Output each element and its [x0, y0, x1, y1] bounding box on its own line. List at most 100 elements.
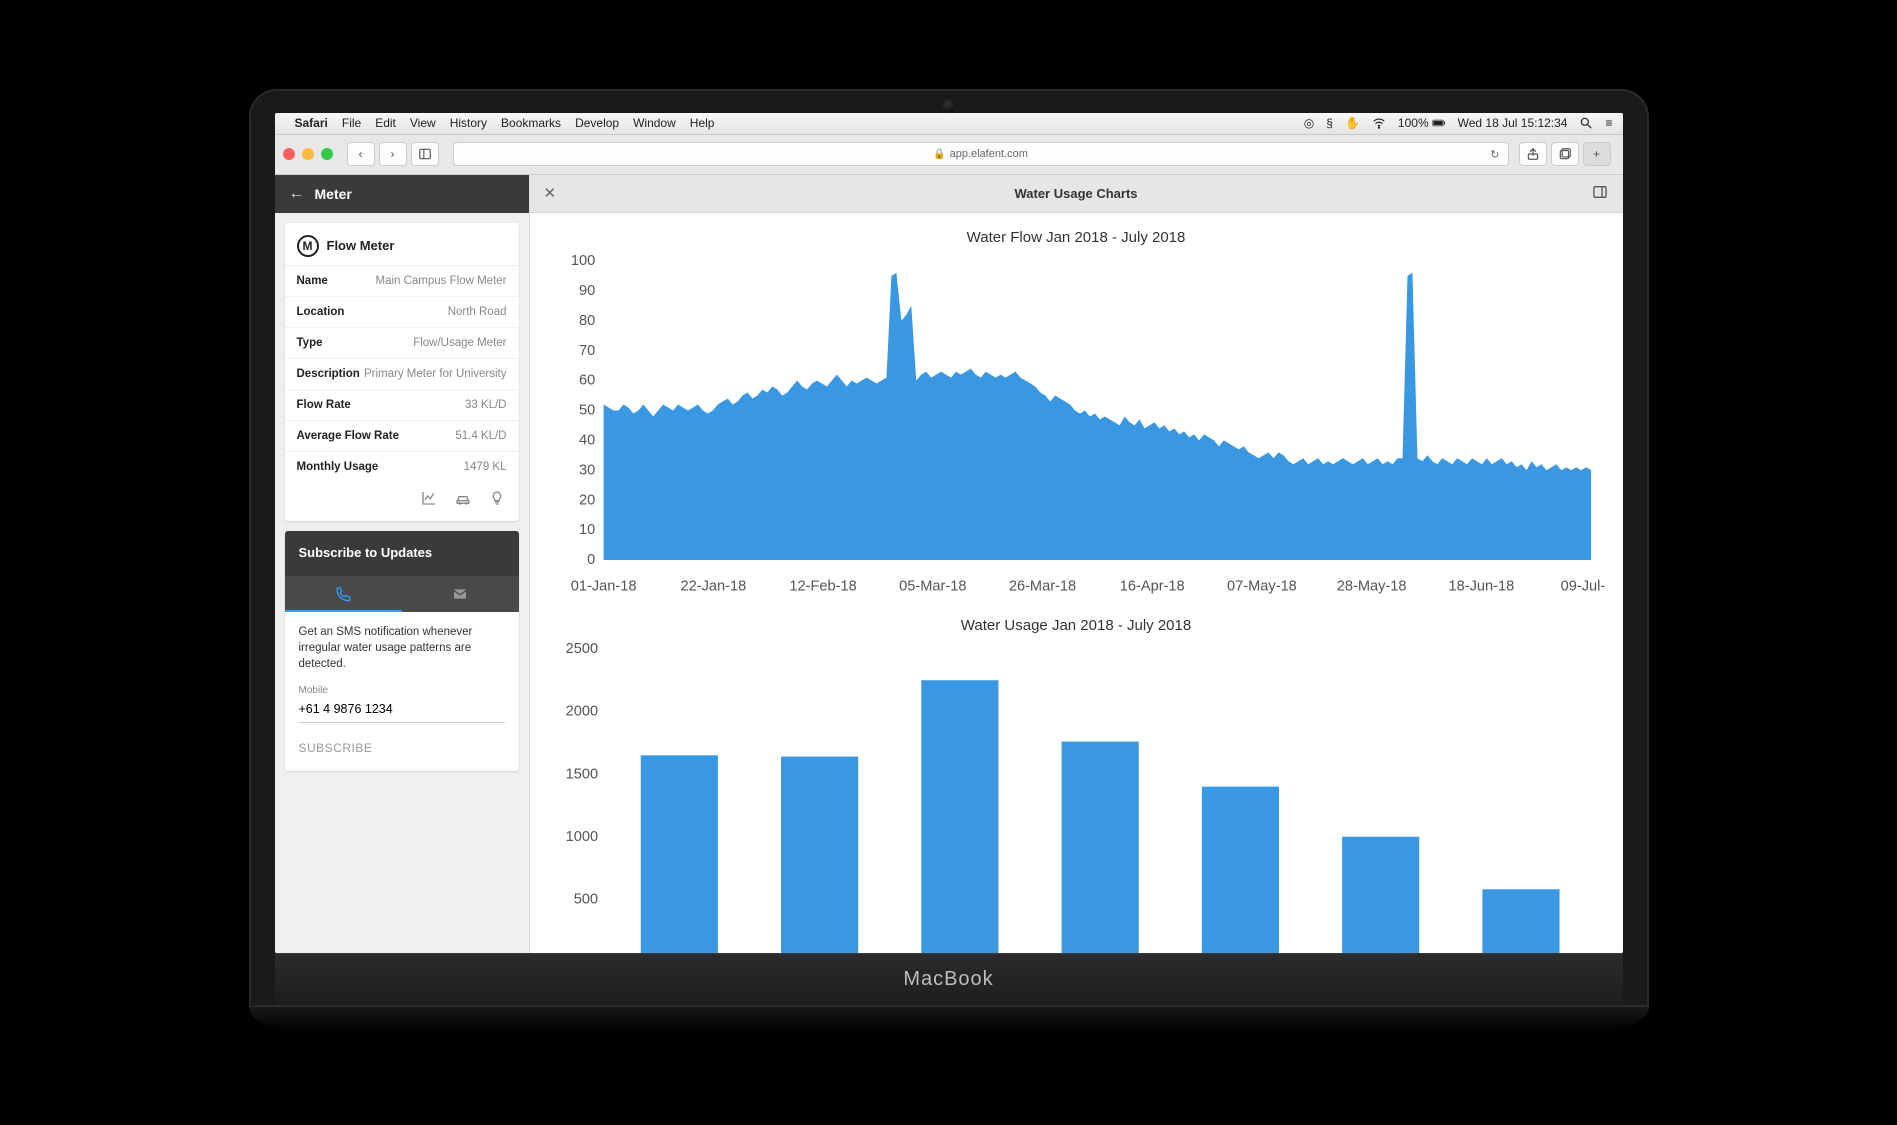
svg-text:60: 60 — [579, 372, 595, 388]
meter-row: Name Main Campus Flow Meter — [285, 266, 519, 297]
subscribe-card: Subscribe to Updates Get an SMS notifica… — [285, 531, 519, 771]
phone-icon — [335, 586, 351, 602]
subscribe-button[interactable]: SUBSCRIBE — [299, 741, 373, 755]
new-tab-button[interactable]: + — [1583, 142, 1611, 166]
zoom-window-icon — [321, 148, 333, 160]
macbook-mockup: Safari File Edit View History Bookmarks … — [249, 89, 1649, 1037]
svg-text:10: 10 — [579, 522, 595, 538]
panel-icon[interactable] — [1592, 184, 1608, 203]
main-title: Water Usage Charts — [1014, 186, 1137, 201]
mobile-input[interactable] — [299, 698, 505, 723]
menubar-view[interactable]: View — [410, 116, 436, 130]
main-panel: ✕ Water Usage Charts Water Flow Jan 2018… — [530, 175, 1623, 953]
safari-toolbar: ‹ › 🔒 app.elafent.com ↻ + — [275, 135, 1623, 175]
menubar-history[interactable]: History — [450, 116, 487, 130]
menu-icon[interactable]: ≡ — [1605, 116, 1612, 130]
mobile-label: Mobile — [299, 684, 505, 698]
meter-row-label: Type — [297, 337, 323, 349]
meter-row: Monthly Usage 1479 KL — [285, 452, 519, 482]
svg-text:18-Jun-18: 18-Jun-18 — [1448, 578, 1514, 594]
svg-text:22-Jan-18: 22-Jan-18 — [680, 578, 746, 594]
tab-sms[interactable] — [285, 576, 402, 612]
svg-text:2000: 2000 — [565, 704, 597, 720]
menubar-app[interactable]: Safari — [295, 116, 328, 130]
svg-text:0: 0 — [587, 552, 595, 568]
svg-text:30: 30 — [579, 462, 595, 478]
laptop-brand: MacBook — [275, 953, 1623, 1005]
tab-email[interactable] — [402, 576, 519, 612]
meter-row-value: 51.4 KL/D — [455, 430, 506, 442]
reload-icon[interactable]: ↻ — [1490, 148, 1499, 161]
menubar-edit[interactable]: Edit — [375, 116, 396, 130]
minimize-window-icon — [302, 148, 314, 160]
menubar-bookmarks[interactable]: Bookmarks — [501, 116, 561, 130]
camera-icon — [942, 99, 956, 113]
meter-row-label: Location — [297, 306, 345, 318]
laptop-foot — [249, 1007, 1649, 1037]
menubar-develop[interactable]: Develop — [575, 116, 619, 130]
subscribe-description: Get an SMS notification whenever irregul… — [299, 624, 505, 672]
svg-text:28-May-18: 28-May-18 — [1336, 578, 1406, 594]
wifi-icon[interactable] — [1372, 116, 1386, 130]
svg-text:500: 500 — [573, 892, 597, 908]
meter-card-header: M Flow Meter — [285, 223, 519, 266]
meter-row-label: Name — [297, 275, 328, 287]
lightbulb-icon[interactable] — [489, 490, 505, 511]
meter-row-value: 33 KL/D — [465, 399, 507, 411]
menubar-window[interactable]: Window — [633, 116, 676, 130]
meter-card: M Flow Meter Name Main Campus Flow Meter L… — [285, 223, 519, 521]
sidebar-title: Meter — [315, 186, 352, 202]
svg-text:05-Mar-18: 05-Mar-18 — [899, 578, 966, 594]
menubar-hand-icon[interactable]: ✋ — [1345, 116, 1360, 130]
svg-text:100: 100 — [570, 254, 594, 269]
back-icon[interactable]: ← — [289, 185, 305, 203]
svg-text:12-Feb-18: 12-Feb-18 — [789, 578, 856, 594]
menubar-status-icon[interactable]: § — [1326, 116, 1333, 130]
battery-percent: 100% — [1398, 116, 1429, 130]
spotlight-icon[interactable] — [1579, 116, 1593, 130]
svg-text:90: 90 — [579, 283, 595, 299]
sidebar-header: ← Meter — [275, 175, 529, 213]
sidebar: ← Meter M Flow Meter Name Main Campus Flo… — [275, 175, 530, 953]
url-field[interactable]: 🔒 app.elafent.com ↻ — [453, 142, 1509, 166]
chart-icon[interactable] — [421, 490, 437, 511]
meter-row: Location North Road — [285, 297, 519, 328]
window-controls[interactable] — [283, 148, 333, 160]
meter-row-label: Monthly Usage — [297, 461, 379, 473]
meter-row: Flow Rate 33 KL/D — [285, 390, 519, 421]
back-button[interactable]: ‹ — [347, 142, 375, 166]
svg-text:1500: 1500 — [565, 766, 597, 782]
meter-row: Average Flow Rate51.4 KL/D — [285, 421, 519, 452]
tabs-button[interactable] — [1551, 142, 1579, 166]
meter-row: DescriptionPrimary Meter for University — [285, 359, 519, 390]
meter-row-label: Description — [297, 368, 360, 380]
menubar-datetime[interactable]: Wed 18 Jul 15:12:34 — [1458, 116, 1568, 130]
svg-text:20: 20 — [579, 492, 595, 508]
sidebar-button[interactable] — [411, 142, 439, 166]
svg-text:01-Jan-18: 01-Jan-18 — [570, 578, 636, 594]
svg-text:70: 70 — [579, 342, 595, 358]
meter-row-value: Main Campus Flow Meter — [375, 275, 506, 287]
meter-row-value: 1479 KL — [464, 461, 507, 473]
menubar-status-icon[interactable]: ◎ — [1304, 116, 1314, 130]
meter-row: Type Flow/Usage Meter — [285, 328, 519, 359]
menubar-help[interactable]: Help — [690, 116, 715, 130]
meter-row-label: Flow Rate — [297, 399, 351, 411]
svg-text:26-Mar-18: 26-Mar-18 — [1008, 578, 1075, 594]
close-icon[interactable]: ✕ — [544, 184, 557, 202]
share-button[interactable] — [1519, 142, 1547, 166]
battery-icon[interactable]: 100% — [1398, 116, 1446, 130]
subscribe-title: Subscribe to Updates — [285, 531, 519, 576]
water-flow-chart: Water Flow Jan 2018 - July 2018 01020304… — [548, 229, 1605, 602]
meter-row-value: North Road — [448, 306, 507, 318]
svg-text:16-Apr-18: 16-Apr-18 — [1119, 578, 1184, 594]
car-icon[interactable] — [455, 490, 471, 511]
svg-text:40: 40 — [579, 432, 595, 448]
menubar-file[interactable]: File — [342, 116, 361, 130]
forward-button[interactable]: › — [379, 142, 407, 166]
svg-text:09-Jul-18: 09-Jul-18 — [1560, 578, 1604, 594]
svg-text:50: 50 — [579, 402, 595, 418]
close-window-icon — [283, 148, 295, 160]
macos-menubar: Safari File Edit View History Bookmarks … — [275, 113, 1623, 135]
meter-row-value: Flow/Usage Meter — [413, 337, 506, 349]
